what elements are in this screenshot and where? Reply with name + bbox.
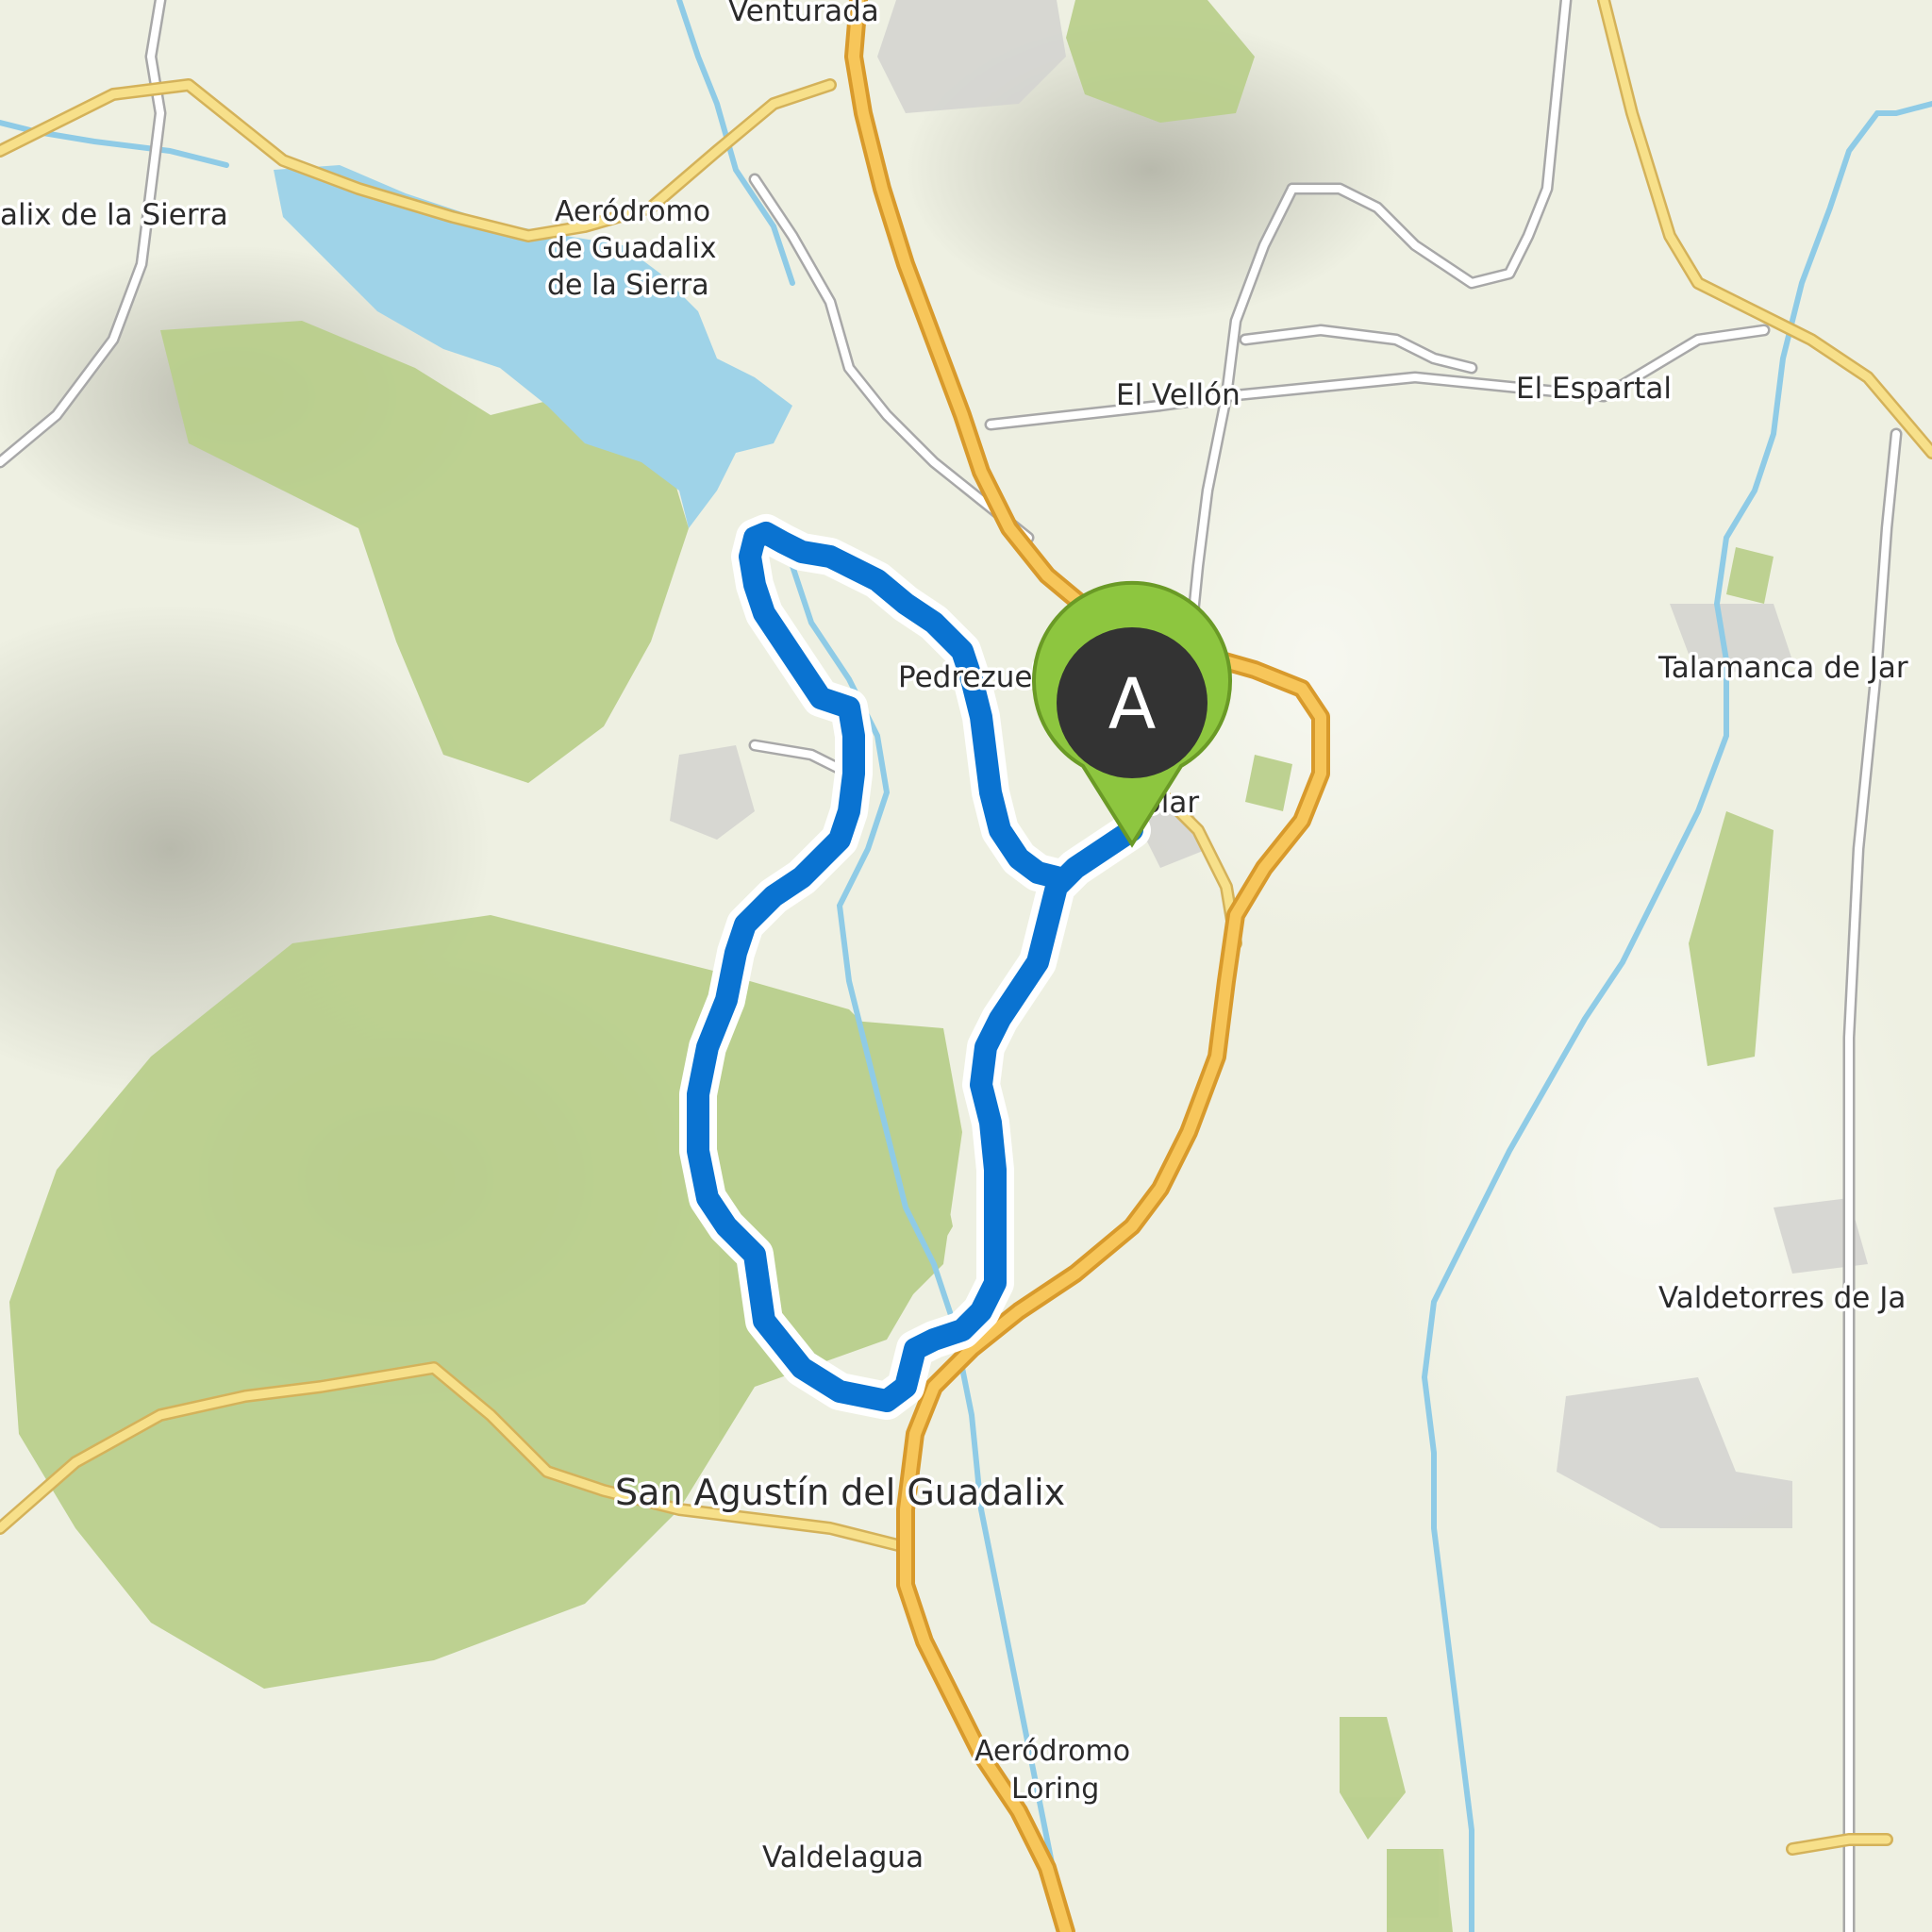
- map-canvas[interactable]: Venturada alix de la Sierra Aeródromo de…: [0, 0, 1932, 1932]
- label-talamanca: Talamanca de Jar: [1657, 651, 1908, 685]
- label-valdelagua: Valdelagua: [762, 1840, 924, 1874]
- label-el-espartal: El Espartal: [1516, 372, 1672, 406]
- label-aerodromo-loring-line2: Loring: [1011, 1773, 1099, 1806]
- label-pedrezuela: Pedrezuel: [898, 660, 1041, 694]
- label-venturada: Venturada: [728, 0, 879, 28]
- label-san-agustin-del-guadalix: San Agustín del Guadalix: [615, 1472, 1065, 1513]
- map[interactable]: Venturada alix de la Sierra Aeródromo de…: [0, 0, 1932, 1932]
- label-valdetorres: Valdetorres de Ja: [1658, 1281, 1906, 1315]
- label-aerodromo-guadalix-line2: de Guadalix: [547, 232, 717, 265]
- label-el-vellon: El Vellón: [1116, 378, 1241, 412]
- label-aerodromo-guadalix-line1: Aeródromo: [555, 195, 710, 228]
- label-aerodromo-loring-line1: Aeródromo: [974, 1735, 1130, 1768]
- marker-letter: A: [1108, 664, 1157, 745]
- label-guadalix-de-la-sierra: alix de la Sierra: [0, 198, 228, 232]
- label-aerodromo-guadalix-line3: de la Sierra: [547, 269, 709, 302]
